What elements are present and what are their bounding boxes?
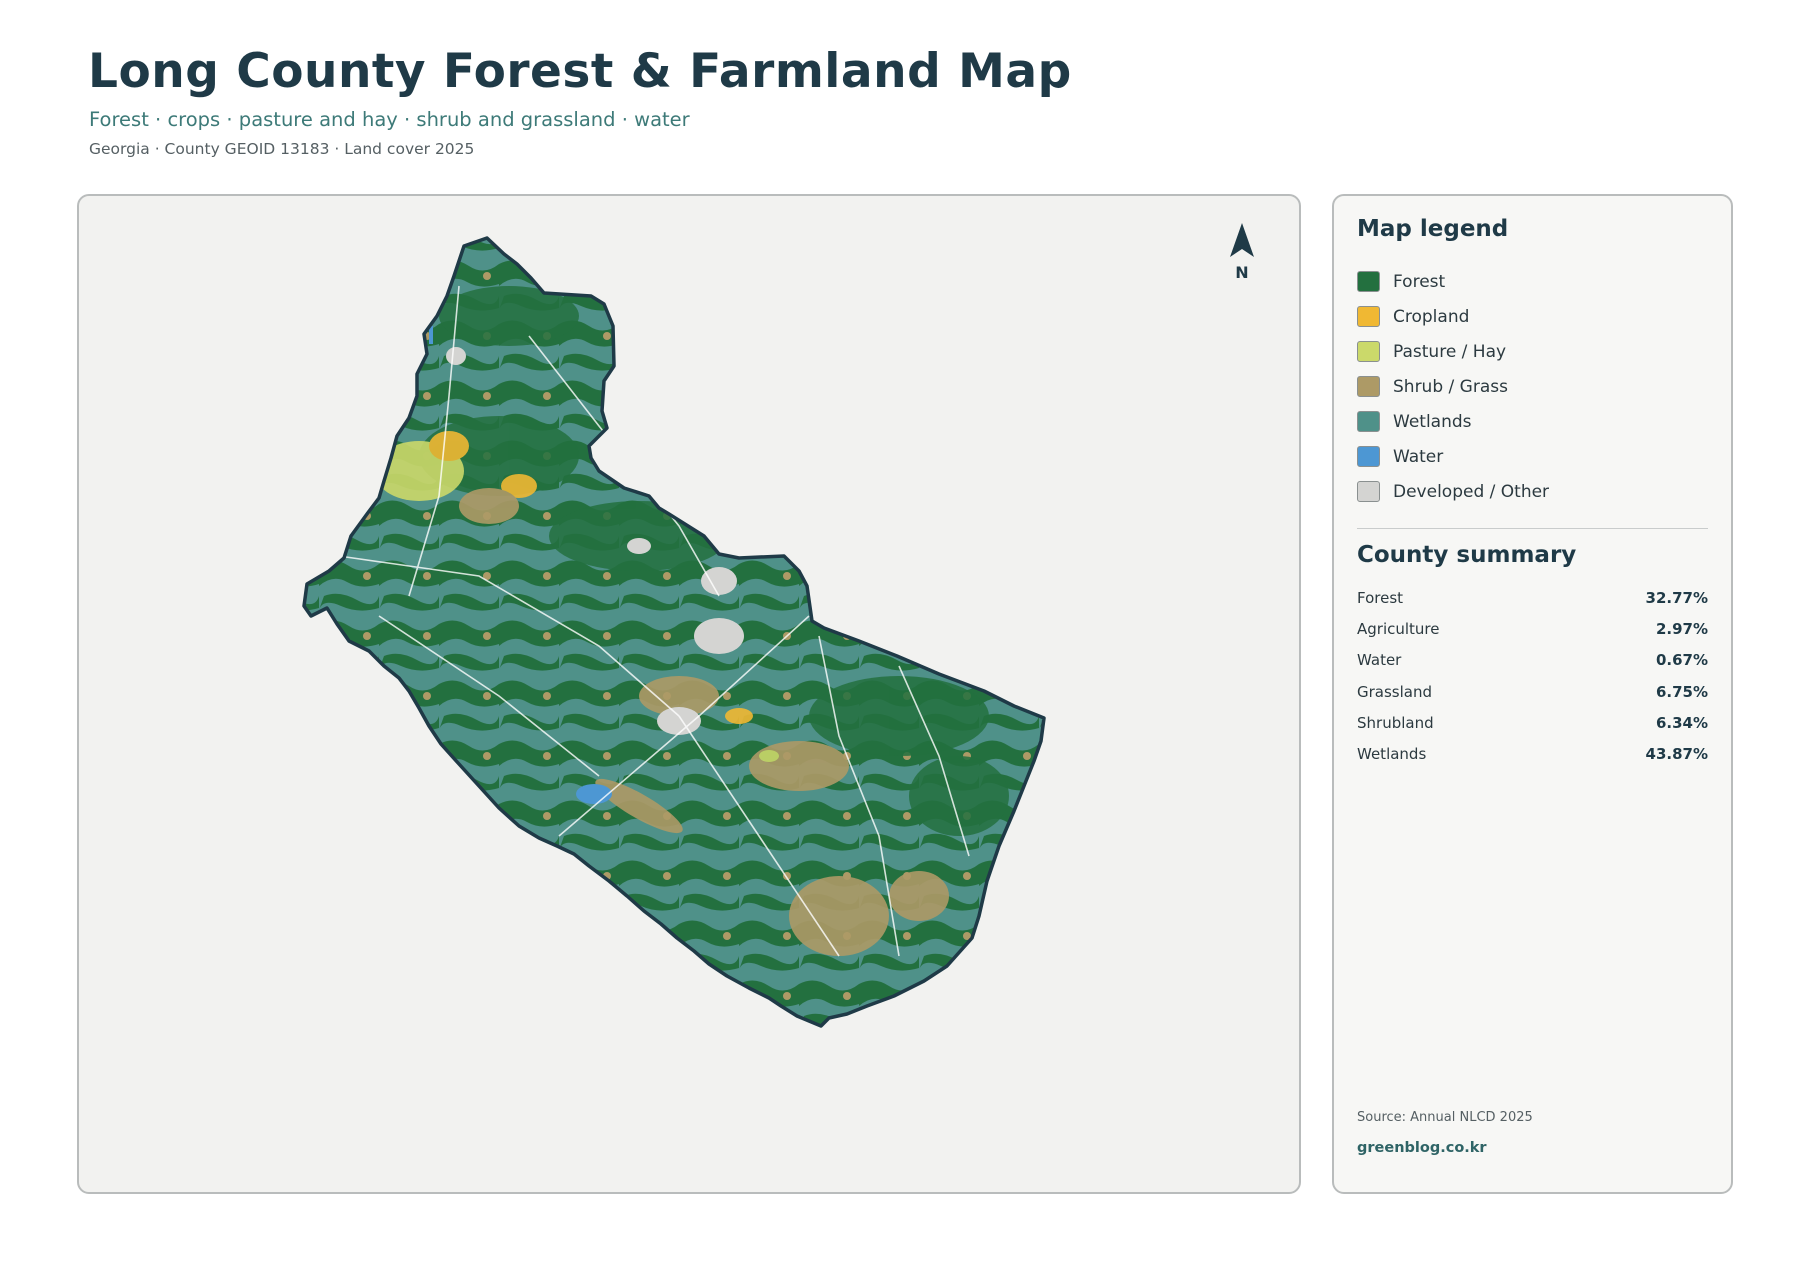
summary-row: Wetlands 43.87% (1357, 738, 1708, 769)
summary-value: 6.34% (1655, 713, 1708, 732)
legend-swatch (1357, 376, 1380, 397)
legend-swatch (1357, 411, 1380, 432)
page-subtitle: Forest · crops · pasture and hay · shrub… (89, 108, 690, 131)
summary-value: 32.77% (1645, 588, 1708, 607)
legend-swatch (1357, 341, 1380, 362)
summary-label: Agriculture (1357, 619, 1440, 638)
summary-row: Shrubland 6.34% (1357, 707, 1708, 738)
county-summary: Forest 32.77% Agriculture 2.97% Water 0.… (1357, 582, 1708, 770)
legend-heading: Map legend (1357, 216, 1509, 242)
county-map[interactable] (79, 196, 1301, 1194)
summary-heading: County summary (1357, 542, 1577, 568)
page-meta: Georgia · County GEOID 13183 · Land cove… (89, 140, 475, 158)
legend-label: Wetlands (1393, 411, 1472, 432)
summary-label: Wetlands (1357, 745, 1427, 764)
source-note: Source: Annual NLCD 2025 (1357, 1110, 1533, 1125)
summary-label: Forest (1357, 588, 1404, 607)
site-link[interactable]: greenblog.co.kr (1357, 1140, 1487, 1156)
summary-row: Grassland 6.75% (1357, 676, 1708, 707)
panel-divider (1357, 528, 1708, 529)
summary-value: 2.97% (1655, 619, 1708, 638)
summary-row: Forest 32.77% (1357, 582, 1708, 613)
legend-label: Shrub / Grass (1393, 376, 1508, 397)
legend-item-pasture: Pasture / Hay (1357, 334, 1549, 369)
north-arrow: N (1227, 223, 1257, 282)
legend-swatch (1357, 271, 1380, 292)
side-panel: Map legend Forest Cropland Pasture / Hay… (1332, 194, 1733, 1194)
legend-list: Forest Cropland Pasture / Hay Shrub / Gr… (1357, 264, 1549, 509)
legend-item-cropland: Cropland (1357, 299, 1549, 334)
summary-label: Water (1357, 651, 1402, 670)
legend-label: Cropland (1393, 306, 1470, 327)
legend-swatch (1357, 306, 1380, 327)
summary-row: Agriculture 2.97% (1357, 613, 1708, 644)
summary-value: 43.87% (1645, 745, 1708, 764)
legend-item-wetlands: Wetlands (1357, 404, 1549, 439)
north-label: N (1235, 263, 1249, 282)
legend-item-water: Water (1357, 439, 1549, 474)
legend-label: Water (1393, 446, 1444, 467)
legend-item-developed: Developed / Other (1357, 474, 1549, 509)
summary-value: 0.67% (1655, 651, 1708, 670)
legend-label: Developed / Other (1393, 481, 1550, 502)
page-title: Long County Forest & Farmland Map (88, 44, 1072, 99)
summary-label: Grassland (1357, 682, 1432, 701)
legend-swatch (1357, 481, 1380, 502)
summary-label: Shrubland (1357, 713, 1434, 732)
legend-label: Forest (1393, 271, 1446, 292)
legend-item-shrub: Shrub / Grass (1357, 369, 1549, 404)
legend-label: Pasture / Hay (1393, 341, 1507, 362)
summary-value: 6.75% (1655, 682, 1708, 701)
map-panel[interactable]: N (77, 194, 1301, 1194)
summary-row: Water 0.67% (1357, 645, 1708, 676)
legend-swatch (1357, 446, 1380, 467)
legend-item-forest: Forest (1357, 264, 1549, 299)
north-arrow-icon (1230, 223, 1254, 257)
